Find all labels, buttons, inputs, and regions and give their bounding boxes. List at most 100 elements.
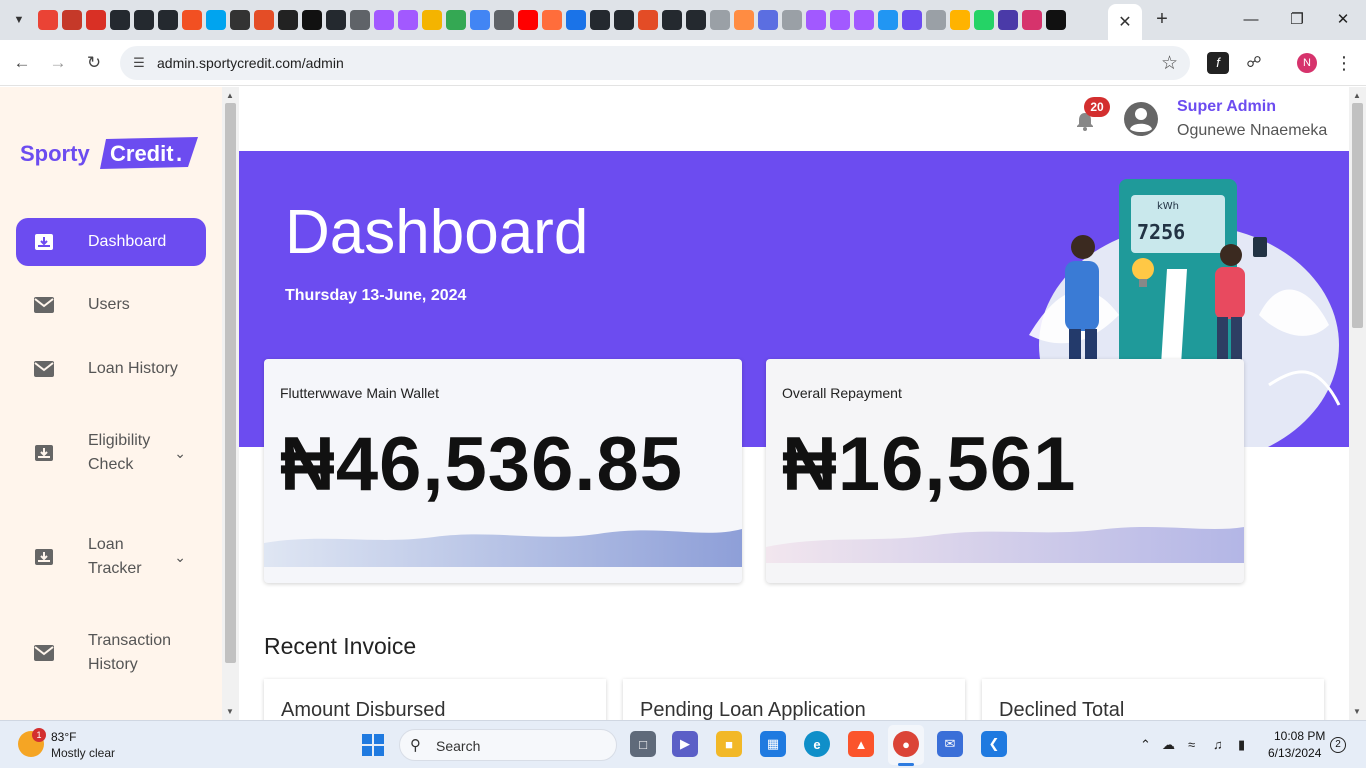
pinned-tab-favicon[interactable] <box>662 10 682 30</box>
main-scrollbar[interactable]: ▲ ▼ <box>1349 87 1366 720</box>
pinned-tab-favicon[interactable] <box>350 10 370 30</box>
pinned-tab-favicon[interactable] <box>62 10 82 30</box>
battery-icon[interactable]: ▮ <box>1238 737 1245 753</box>
pinned-tab-favicon[interactable] <box>998 10 1018 30</box>
forward-button[interactable]: → <box>46 51 70 75</box>
browser-menu-icon[interactable]: ⋮ <box>1333 52 1355 74</box>
weather-condition[interactable]: Mostly clear <box>51 746 115 760</box>
taskbar-search-box[interactable]: ⚲ Search <box>399 729 617 761</box>
vscode-icon[interactable]: ❮ <box>981 731 1007 757</box>
pinned-tab-favicon[interactable] <box>542 10 562 30</box>
pinned-tab-favicon[interactable] <box>134 10 154 30</box>
weather-temperature[interactable]: 83°F <box>51 730 76 744</box>
pinned-tab-favicon[interactable] <box>566 10 586 30</box>
edge-icon[interactable]: e <box>804 731 830 757</box>
clock-time[interactable]: 10:08 PM <box>1274 729 1325 743</box>
sidebar-item-loan-tracker[interactable]: Loan Tracker ⌄ <box>16 533 206 581</box>
pinned-tab-favicon[interactable] <box>518 10 538 30</box>
pinned-tab-favicon[interactable] <box>422 10 442 30</box>
file-explorer-icon[interactable]: ■ <box>716 731 742 757</box>
profile-avatar[interactable]: N <box>1297 53 1317 73</box>
extensions-puzzle-icon[interactable]: ☍ <box>1243 52 1265 74</box>
pinned-tab-favicon[interactable] <box>830 10 850 30</box>
sidebar-item-loan-history[interactable]: Loan History <box>16 357 206 381</box>
pinned-tab-favicon[interactable] <box>734 10 754 30</box>
user-avatar-icon[interactable] <box>1123 101 1159 137</box>
pinned-tab-favicon[interactable] <box>374 10 394 30</box>
chevron-down-icon[interactable]: ⌄ <box>174 445 186 462</box>
pinned-tab-favicon[interactable] <box>230 10 250 30</box>
brave-icon[interactable]: ▲ <box>848 731 874 757</box>
url-text[interactable]: admin.sportycredit.com/admin <box>157 55 344 71</box>
microsoft-store-icon[interactable]: ▦ <box>760 731 786 757</box>
task-view-icon[interactable]: □ <box>630 731 656 757</box>
pinned-tab-favicon[interactable] <box>1046 10 1066 30</box>
pinned-tab-favicon[interactable] <box>206 10 226 30</box>
pinned-tab-favicon[interactable] <box>446 10 466 30</box>
wifi-icon[interactable]: ≈ <box>1188 737 1195 752</box>
pinned-tab-favicon[interactable] <box>806 10 826 30</box>
site-info-icon[interactable]: ☰ <box>130 54 148 72</box>
pinned-tab-favicon[interactable] <box>782 10 802 30</box>
mail-app-icon[interactable]: ✉ <box>937 731 963 757</box>
pinned-tab-favicon[interactable] <box>302 10 322 30</box>
pinned-tab-favicon[interactable] <box>614 10 634 30</box>
pinned-tab-favicon[interactable] <box>638 10 658 30</box>
window-close-button[interactable]: ✕ <box>1320 8 1366 32</box>
pinned-tab-favicon[interactable] <box>254 10 274 30</box>
chrome-icon[interactable]: ● <box>893 731 919 757</box>
sidebar-item-users[interactable]: Users <box>16 293 206 317</box>
pinned-tab-favicon[interactable] <box>686 10 706 30</box>
chevron-down-icon[interactable]: ⌄ <box>174 549 186 566</box>
address-bar[interactable]: ☰ admin.sportycredit.com/admin ☆ <box>120 46 1190 80</box>
pinned-tab-favicon[interactable] <box>494 10 514 30</box>
user-role[interactable]: Super Admin <box>1177 98 1276 116</box>
notification-center-badge[interactable]: 2 <box>1330 737 1346 753</box>
meet-icon[interactable]: ▶ <box>672 731 698 757</box>
scroll-up-arrow-icon[interactable]: ▲ <box>1353 91 1361 100</box>
windows-start-icon[interactable] <box>362 734 384 756</box>
scroll-up-arrow-icon[interactable]: ▲ <box>226 91 234 100</box>
pinned-tab-favicon[interactable] <box>158 10 178 30</box>
pinned-tab-favicon[interactable] <box>926 10 946 30</box>
pinned-tab-favicon[interactable] <box>710 10 730 30</box>
pinned-tab-favicon[interactable] <box>110 10 130 30</box>
pinned-tab-favicon[interactable] <box>326 10 346 30</box>
active-tab-close-button[interactable]: ✕ <box>1108 4 1142 40</box>
pinned-tab-favicon[interactable] <box>398 10 418 30</box>
pinned-tab-favicon[interactable] <box>878 10 898 30</box>
scroll-down-arrow-icon[interactable]: ▼ <box>1353 707 1361 716</box>
pinned-tab-favicon[interactable] <box>950 10 970 30</box>
tray-overflow-chevron-icon[interactable]: ⌃ <box>1140 737 1151 753</box>
extension-icon[interactable]: f <box>1207 52 1229 74</box>
sidebar-item-dashboard[interactable]: Dashboard <box>16 218 206 266</box>
new-tab-button[interactable]: + <box>1150 8 1174 32</box>
scroll-down-arrow-icon[interactable]: ▼ <box>226 707 234 716</box>
pinned-tab-favicon[interactable] <box>38 10 58 30</box>
tab-search-chevron-icon[interactable]: ▼ <box>8 10 30 30</box>
pinned-tab-favicon[interactable] <box>902 10 922 30</box>
sportycredit-logo[interactable]: Sporty Credit . <box>20 135 200 175</box>
pinned-tab-favicon[interactable] <box>182 10 202 30</box>
pinned-tab-favicon[interactable] <box>758 10 778 30</box>
reload-button[interactable]: ↻ <box>82 51 106 75</box>
pinned-tab-favicon[interactable] <box>974 10 994 30</box>
sidebar-scrollbar[interactable]: ▲ ▼ <box>222 87 239 720</box>
sidebar-scroll-thumb[interactable] <box>225 103 236 663</box>
pinned-tab-favicon[interactable] <box>470 10 490 30</box>
main-scroll-thumb[interactable] <box>1352 103 1363 328</box>
pinned-tab-favicon[interactable] <box>86 10 106 30</box>
pinned-tab-favicon[interactable] <box>854 10 874 30</box>
minimize-button[interactable]: — <box>1228 8 1274 32</box>
onedrive-icon[interactable]: ☁ <box>1162 737 1175 753</box>
sidebar-item-transaction-history[interactable]: Transaction History <box>16 629 206 677</box>
bookmark-star-icon[interactable]: ☆ <box>1161 52 1178 75</box>
volume-icon[interactable]: ♫ <box>1213 737 1223 752</box>
pinned-tab-favicon[interactable] <box>278 10 298 30</box>
back-button[interactable]: ← <box>10 51 34 75</box>
clock-date[interactable]: 6/13/2024 <box>1268 746 1321 760</box>
sidebar-item-eligibility-check[interactable]: Eligibility Check ⌄ <box>16 429 206 477</box>
restore-button[interactable]: ❐ <box>1274 8 1320 32</box>
pinned-tab-favicon[interactable] <box>590 10 610 30</box>
pinned-tab-favicon[interactable] <box>1022 10 1042 30</box>
